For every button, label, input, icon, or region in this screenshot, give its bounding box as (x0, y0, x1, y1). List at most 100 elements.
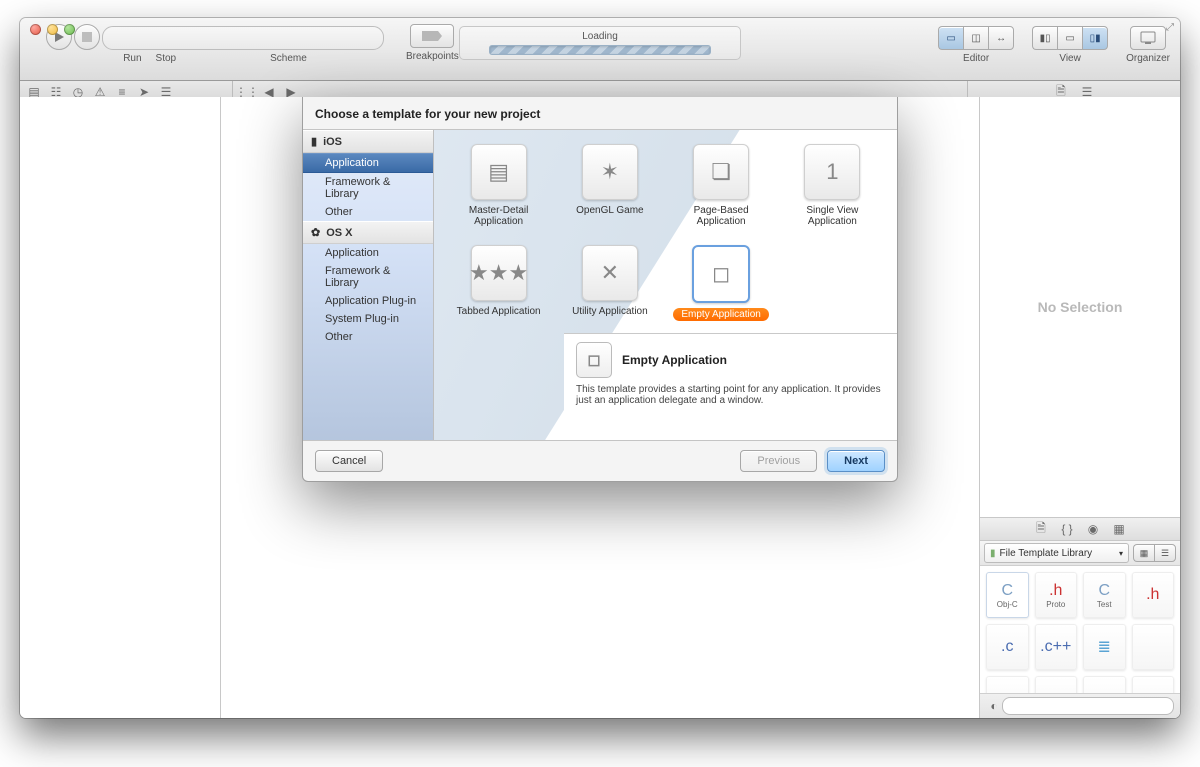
template-label: Single View Application (782, 205, 883, 227)
library-item[interactable]: ◧ (986, 676, 1029, 693)
breakpoints-label: Breakpoints (406, 51, 459, 62)
version-editor-icon[interactable]: ↔ (988, 26, 1014, 50)
template-item[interactable]: ◻︎ Empty Application (671, 245, 772, 321)
platform-icon: ✿ (311, 226, 320, 239)
library-item-glyph: .c++ (1040, 638, 1071, 656)
template-item[interactable]: 1Single View Application (782, 144, 883, 227)
library-item[interactable]: ≣ (1083, 624, 1126, 670)
code-snippet-lib-icon[interactable]: { } (1059, 522, 1075, 536)
library-item[interactable]: .c++ (1035, 624, 1078, 670)
sheet-body: ▮iOSApplicationFramework & LibraryOther✿… (303, 129, 897, 441)
library-tab-bar: 🗎 { } ◉ ▦ (980, 517, 1180, 541)
category-item[interactable]: Other (303, 203, 433, 221)
minimize-window-icon[interactable] (47, 24, 58, 35)
previous-button[interactable]: Previous (740, 450, 817, 472)
category-item[interactable]: Application (303, 153, 433, 173)
template-icon: ★★★ (471, 245, 527, 301)
template-category-list: ▮iOSApplicationFramework & LibraryOther✿… (303, 130, 434, 440)
template-label: OpenGL Game (576, 205, 643, 216)
sheet-footer: Cancel Previous Next (303, 441, 897, 481)
library-scope-dropdown[interactable]: ▮File Template Library ▾ (984, 543, 1129, 563)
list-view-icon[interactable]: ☰ (1154, 544, 1176, 562)
scheme-selector[interactable] (102, 26, 384, 50)
library-item-label: Proto (1046, 600, 1065, 609)
library-item-glyph: C (1098, 582, 1110, 600)
template-item[interactable]: ❏Page-Based Application (671, 144, 772, 227)
library-item-label: Obj-C (997, 600, 1018, 609)
template-label: Empty Application (673, 308, 769, 321)
organizer-button[interactable] (1130, 26, 1166, 50)
template-icon: ❏ (693, 144, 749, 200)
standard-editor-icon[interactable]: ▭ (938, 26, 963, 50)
template-icon: ✶ (582, 144, 638, 200)
utilities-area: No Selection 🗎 { } ◉ ▦ ▮File Template Li… (979, 97, 1180, 718)
library-item-glyph: ≣ (1098, 637, 1111, 657)
library-item-glyph: .h (1049, 582, 1062, 600)
activity-lcd: Loading (459, 26, 741, 60)
xcode-window: ⤢ Run Stop Scheme Breakpoints (20, 18, 1180, 718)
stop-button[interactable] (74, 24, 100, 50)
library-item[interactable]: .h (1132, 572, 1175, 618)
template-gallery: ▤Master-Detail Application ✶ OpenGL Game ❏P… (434, 130, 897, 440)
library-item[interactable] (1132, 624, 1175, 670)
template-item[interactable]: ✶ OpenGL Game (559, 144, 660, 227)
library-item[interactable]: .hProto (1035, 572, 1078, 618)
detail-text: This template provides a starting point … (576, 384, 885, 406)
detail-title: Empty Application (622, 353, 727, 367)
assistant-editor-icon[interactable]: ◫ (963, 26, 988, 50)
object-lib-icon[interactable]: ◉ (1085, 522, 1101, 536)
template-icon: ◻︎ (692, 245, 750, 303)
run-label: Run (123, 53, 141, 64)
template-label: Utility Application (572, 306, 648, 317)
template-icon: ✕ (582, 245, 638, 301)
scheme-label: Scheme (270, 53, 307, 64)
template-item[interactable]: ★★★ Tabbed Application (448, 245, 549, 321)
category-item[interactable]: Application (303, 244, 433, 262)
breakpoints-button[interactable] (410, 24, 454, 48)
library-item-glyph: C (1001, 582, 1013, 600)
view-label: View (1059, 53, 1081, 64)
editor-label: Editor (963, 53, 989, 64)
library-item-label: Test (1097, 600, 1112, 609)
next-button[interactable]: Next (827, 450, 885, 472)
category-header: ▮iOS (303, 130, 433, 153)
activity-title: Loading (582, 31, 618, 42)
main-toolbar: ⤢ Run Stop Scheme Breakpoints (20, 18, 1180, 81)
toggle-utilities-icon[interactable]: ▯▮ (1082, 26, 1108, 50)
detail-icon: ◻︎ (576, 342, 612, 378)
editor-mode-segmented[interactable]: ▭ ◫ ↔ (938, 26, 1014, 50)
no-selection-label: No Selection (980, 97, 1180, 517)
file-template-lib-icon[interactable]: 🗎 (1033, 519, 1049, 540)
category-item[interactable]: Other (303, 328, 433, 346)
platform-icon: ▮ (311, 135, 317, 148)
cancel-button[interactable]: Cancel (315, 450, 383, 472)
library-item[interactable]: .c (986, 624, 1029, 670)
template-item[interactable]: ✕ Utility Application (559, 245, 660, 321)
template-item[interactable]: ▤Master-Detail Application (448, 144, 549, 227)
library-item[interactable] (1132, 676, 1175, 693)
grid-view-icon[interactable]: ▦ (1133, 544, 1154, 562)
library-search-input[interactable] (1002, 697, 1174, 715)
template-icon: ▤ (471, 144, 527, 200)
toggle-navigator-icon[interactable]: ▮▯ (1032, 26, 1057, 50)
category-item[interactable]: System Plug-in (303, 310, 433, 328)
template-label: Tabbed Application (457, 306, 541, 317)
close-window-icon[interactable] (30, 24, 41, 35)
media-lib-icon[interactable]: ▦ (1111, 522, 1127, 536)
library-item-glyph: .c (1001, 638, 1013, 656)
category-item[interactable]: Framework & Library (303, 173, 433, 203)
sheet-title: Choose a template for your new project (315, 107, 885, 121)
zoom-window-icon[interactable] (64, 24, 75, 35)
search-icon: ◐ (986, 699, 1002, 713)
new-project-sheet: Choose a template for your new project ▮… (302, 97, 898, 482)
category-item[interactable]: Application Plug-in (303, 292, 433, 310)
library-item[interactable]: CObj-C (986, 572, 1029, 618)
library-item[interactable]: ■ (1083, 676, 1126, 693)
library-item[interactable]: CTest (1083, 572, 1126, 618)
stop-label: Stop (156, 53, 177, 64)
toggle-debug-icon[interactable]: ▭ (1057, 26, 1082, 50)
category-item[interactable]: Framework & Library (303, 262, 433, 292)
view-segmented[interactable]: ▮▯ ▭ ▯▮ (1032, 26, 1108, 50)
library-item[interactable] (1035, 676, 1078, 693)
library-item-glyph: .h (1146, 586, 1159, 604)
